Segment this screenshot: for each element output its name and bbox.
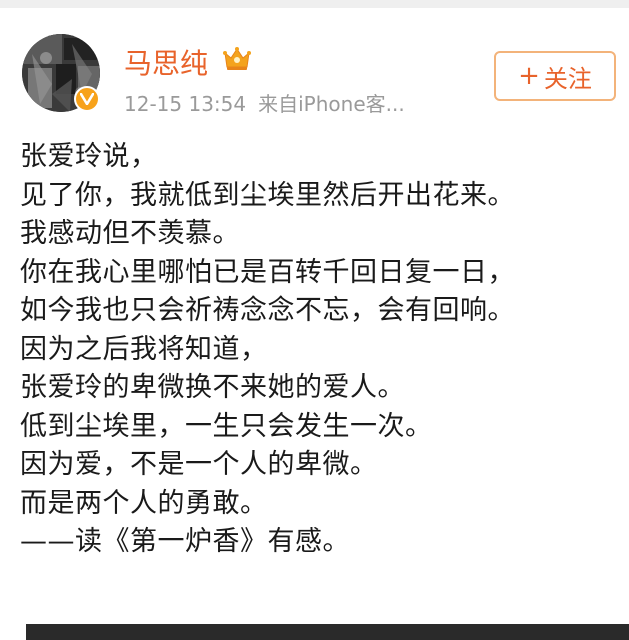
post-line: 因为之后我将知道， <box>20 333 268 365</box>
post-line: ——读《第一炉香》有感。 <box>20 526 350 557</box>
follow-label: 关注 <box>543 64 592 93</box>
bottom-media-bar <box>26 624 629 640</box>
post-line: 如今我也只会祈祷念念不忘，会有回响。 <box>20 295 515 326</box>
post-line: 低到尘埃里，一生只会发生一次。 <box>20 410 433 442</box>
post-body: 张爱玲说， 见了你，我就低到尘埃里然后开出花来。 我感动但不羡慕。 你在我心里哪… <box>20 138 620 562</box>
post-timestamp: 12-15 13:54 <box>124 92 247 116</box>
post-line: 因为爱，不是一个人的卑微。 <box>20 449 378 480</box>
post-header: 马思纯 12-15 13:54 来自iPhone客... + 关注 <box>0 8 629 118</box>
post-line: 张爱玲的卑微换不来她的爱人。 <box>20 372 405 403</box>
post-line: 张爱玲说， <box>20 141 158 172</box>
top-divider <box>0 0 629 8</box>
username[interactable]: 马思纯 <box>124 42 208 82</box>
verified-v-icon <box>74 86 100 112</box>
post-line: 你在我心里哪怕已是百转千回日复一日， <box>20 256 515 288</box>
post-line: 我感动但不羡慕。 <box>20 218 240 249</box>
post-meta: 12-15 13:54 来自iPhone客... <box>124 88 405 117</box>
post-line: 见了你，我就低到尘埃里然后开出花来。 <box>20 179 515 211</box>
follow-button[interactable]: + 关注 <box>494 51 616 101</box>
post-source[interactable]: 来自iPhone客... <box>258 92 405 116</box>
post-line: 而是两个人的勇敢。 <box>20 487 268 519</box>
vip-crown-icon[interactable] <box>222 46 252 72</box>
plus-icon: + <box>518 61 540 91</box>
